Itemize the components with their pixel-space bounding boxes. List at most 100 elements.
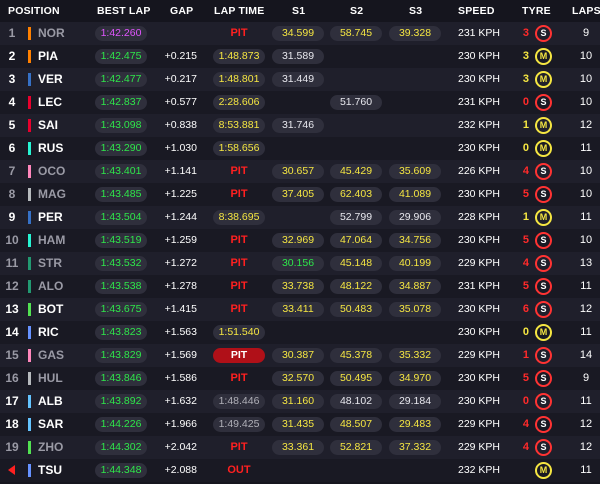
- driver-row[interactable]: 13 BOT 1:43.675 +1.415 PIT 33.411 50.483 35.078…: [0, 298, 600, 321]
- team-color-bar: [28, 211, 31, 224]
- header-best-lap[interactable]: BEST LAP: [97, 5, 151, 17]
- sector-3-time: 35.609: [389, 164, 441, 179]
- driver-row[interactable]: 15 GAS 1:43.829 +1.569 PIT 30.387 45.378 35.332…: [0, 344, 600, 367]
- speed-trap: 230 KPH: [457, 73, 501, 85]
- header-s3[interactable]: S3: [409, 5, 422, 17]
- tyre-age: [515, 459, 529, 482]
- driver-row[interactable]: 2 PIA 1:42.475 +0.215 1:48.873 31.589 230 KPH 3…: [0, 45, 600, 68]
- soft-tyre-icon: S: [535, 393, 552, 410]
- driver-row[interactable]: 17 ALB 1:43.892 +1.632 1:48.446 31.160 48.102 2…: [0, 390, 600, 413]
- driver-row[interactable]: 16 HUL 1:43.846 +1.586 PIT 32.570 50.495 34.970…: [0, 367, 600, 390]
- team-color-bar: [28, 280, 31, 293]
- laps-count: 11: [580, 280, 592, 292]
- driver-code: STR: [38, 256, 62, 270]
- medium-tyre-icon: M: [535, 209, 552, 226]
- header-lap-time[interactable]: LAP TIME: [214, 5, 264, 17]
- laps-count: 9: [582, 27, 590, 39]
- sector-3-time: 41.089: [389, 187, 441, 202]
- tyre-age: 4: [522, 165, 529, 177]
- driver-row[interactable]: 10 HAM 1:43.519 +1.259 PIT 32.969 47.064 34.756…: [0, 229, 600, 252]
- driver-row[interactable]: 18 SAR 1:44.226 +1.966 1:49.425 31.435 48.507 2…: [0, 413, 600, 436]
- driver-code: SAI: [38, 118, 59, 132]
- sector-3-time: 34.756: [389, 233, 441, 248]
- header-position[interactable]: POSITION: [8, 5, 60, 17]
- driver-row[interactable]: 5 SAI 1:43.098 +0.838 8:53.881 31.746 232 KPH 1…: [0, 114, 600, 137]
- gap-to-leader: +1.259: [164, 234, 197, 246]
- tyre-age: 5: [522, 280, 529, 292]
- position-number: 10: [5, 233, 19, 247]
- sector-2-time: 62.403: [330, 187, 382, 202]
- last-lap-time: PIT: [230, 27, 248, 39]
- last-lap-time: PIT: [230, 372, 248, 384]
- sector-2-time: 45.378: [330, 348, 382, 363]
- team-color-bar: [28, 119, 31, 132]
- best-lap-time: 1:43.892: [95, 394, 147, 409]
- tyre-age: 0: [522, 96, 529, 108]
- laps-count: 11: [580, 464, 592, 476]
- sector-3-time: 39.328: [389, 26, 441, 41]
- driver-code: BOT: [38, 302, 64, 316]
- soft-tyre-icon: S: [535, 186, 552, 203]
- driver-row[interactable]: 11 STR 1:43.532 +1.272 PIT 30.156 45.148 40.199…: [0, 252, 600, 275]
- driver-row[interactable]: 8 MAG 1:43.485 +1.225 PIT 37.405 62.403 41.089 2…: [0, 183, 600, 206]
- driver-code: VER: [38, 72, 63, 86]
- team-color-bar: [28, 418, 31, 431]
- header-speed[interactable]: SPEED: [458, 5, 495, 17]
- team-color-bar: [28, 257, 31, 270]
- last-lap-time: PIT: [230, 441, 248, 453]
- last-lap-time: 1:58.656: [213, 141, 265, 156]
- position-number: 5: [8, 118, 16, 132]
- driver-row[interactable]: 19 ZHO 1:44.302 +2.042 PIT 33.361 52.821 37.332…: [0, 436, 600, 459]
- position-number: 3: [8, 72, 16, 86]
- driver-row[interactable]: TSU 1:44.348 +2.088 OUT 232 KPH M 11: [0, 459, 600, 482]
- best-lap-time: 1:44.302: [95, 440, 147, 455]
- speed-trap: 230 KPH: [457, 142, 501, 154]
- driver-row[interactable]: 7 OCO 1:43.401 +1.141 PIT 30.657 45.429 35.609 2…: [0, 160, 600, 183]
- header-s1[interactable]: S1: [292, 5, 305, 17]
- speed-trap: 229 KPH: [457, 441, 501, 453]
- best-lap-time: 1:43.401: [95, 164, 147, 179]
- sector-2-time: 52.799: [330, 210, 382, 225]
- driver-row[interactable]: 6 RUS 1:43.290 +1.030 1:58.656 230 KPH 0 M 11: [0, 137, 600, 160]
- driver-row[interactable]: 3 VER 1:42.477 +0.217 1:48.801 31.449 230 KPH 3…: [0, 68, 600, 91]
- driver-code: RIC: [38, 325, 59, 339]
- gap-to-leader: +1.586: [164, 372, 197, 384]
- last-lap-time: 1:49.425: [213, 417, 265, 432]
- speed-trap: 230 KPH: [457, 188, 501, 200]
- sector-1-time: 33.411: [272, 302, 324, 317]
- sector-1-time: 33.361: [272, 440, 324, 455]
- gap-to-leader: +1.244: [164, 211, 197, 223]
- driver-row[interactable]: 9 PER 1:43.504 +1.244 8:38.695 52.799 29.906 22…: [0, 206, 600, 229]
- last-lap-time: PIT: [230, 188, 248, 200]
- position-number: 19: [5, 440, 19, 454]
- last-lap-time: PIT: [230, 280, 248, 292]
- gap-to-leader: +0.215: [164, 50, 197, 62]
- best-lap-time: 1:43.519: [95, 233, 147, 248]
- sector-1-time: 33.738: [272, 279, 324, 294]
- tyre-age: 3: [522, 27, 529, 39]
- driver-code: ALB: [38, 394, 63, 408]
- driver-code: PER: [38, 210, 63, 224]
- sector-1-time: 31.435: [272, 417, 324, 432]
- gap-to-leader: +1.225: [164, 188, 197, 200]
- header-gap[interactable]: GAP: [170, 5, 193, 17]
- gap-to-leader: +1.569: [164, 349, 197, 361]
- header-s2[interactable]: S2: [350, 5, 363, 17]
- best-lap-time: 1:43.485: [95, 187, 147, 202]
- driver-row[interactable]: 4 LEC 1:42.837 +0.577 2:28.606 51.760 231 KPH 0…: [0, 91, 600, 114]
- driver-code: ALO: [38, 279, 64, 293]
- tyre-age: 0: [522, 142, 529, 154]
- laps-count: 9: [582, 372, 590, 384]
- driver-row[interactable]: 1 NOR 1:42.260 PIT 34.599 58.745 39.328 231 KPH…: [0, 22, 600, 45]
- sector-1-time: 34.599: [272, 26, 324, 41]
- team-color-bar: [28, 142, 31, 155]
- driver-row[interactable]: 14 RIC 1:43.823 +1.563 1:51.540 230 KPH 0 M 11: [0, 321, 600, 344]
- header-laps[interactable]: LAPS: [572, 5, 600, 17]
- sector-2-time: 48.507: [330, 417, 382, 432]
- header-tyre[interactable]: TYRE: [522, 5, 551, 17]
- last-lap-time: PIT: [230, 303, 248, 315]
- team-color-bar: [28, 395, 31, 408]
- tyre-age: 3: [522, 73, 529, 85]
- driver-row[interactable]: 12 ALO 1:43.538 +1.278 PIT 33.738 48.122 34.887…: [0, 275, 600, 298]
- position-number: 7: [8, 164, 16, 178]
